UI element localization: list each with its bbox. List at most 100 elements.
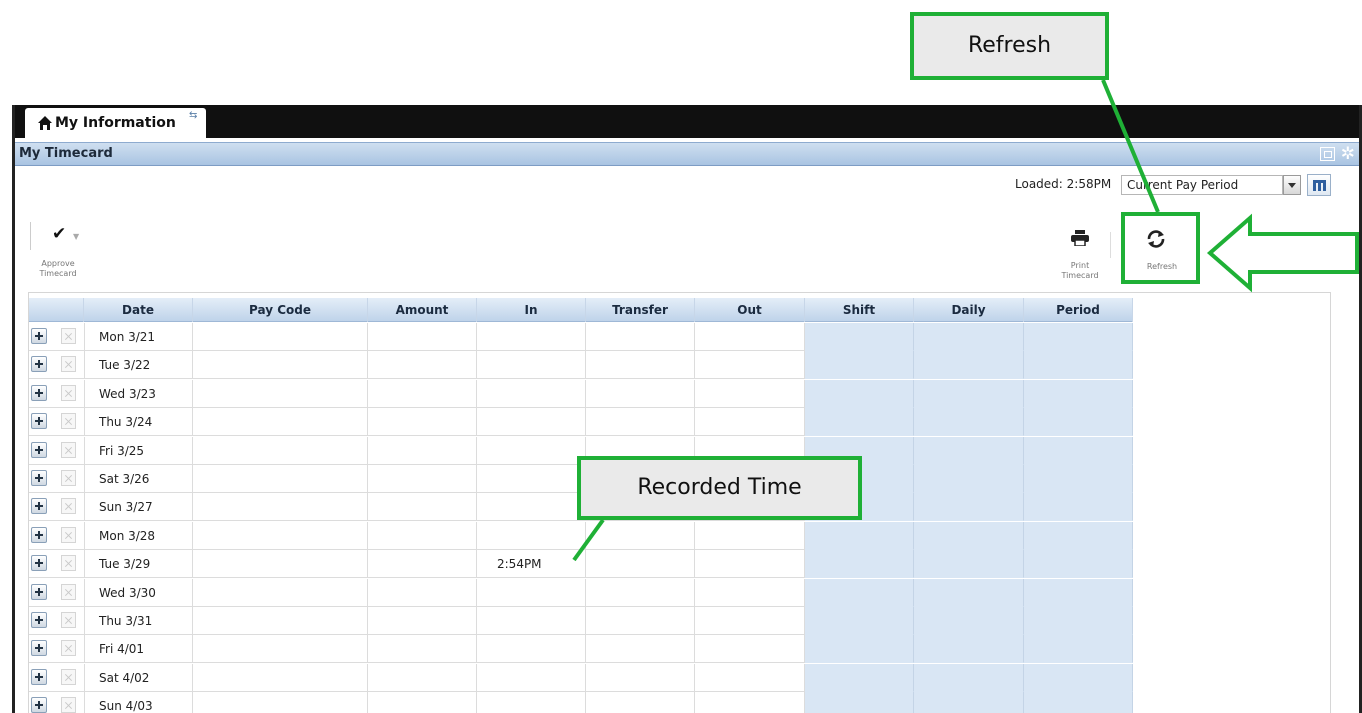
in-punch-cell[interactable] xyxy=(477,493,586,522)
column-header-date[interactable]: Date xyxy=(84,298,193,322)
grid-cell[interactable] xyxy=(695,408,805,437)
grid-cell[interactable] xyxy=(586,408,695,437)
in-punch-cell[interactable] xyxy=(477,351,586,380)
chevron-down-icon[interactable] xyxy=(1283,175,1301,195)
in-punch-cell[interactable] xyxy=(477,408,586,437)
delete-icon[interactable] xyxy=(61,356,76,373)
grid-cell[interactable] xyxy=(193,408,368,437)
grid-cell[interactable] xyxy=(586,635,695,664)
plus-icon[interactable] xyxy=(31,526,47,543)
column-header-shift[interactable]: Shift xyxy=(805,298,914,322)
grid-cell[interactable] xyxy=(586,578,695,607)
grid-cell[interactable] xyxy=(695,521,805,550)
grid-cell[interactable] xyxy=(193,379,368,408)
sync-icon[interactable]: ⇆ xyxy=(189,110,197,121)
plus-icon[interactable] xyxy=(31,697,47,713)
grid-cell[interactable] xyxy=(193,323,368,351)
grid-cell[interactable] xyxy=(368,379,477,408)
in-punch-cell[interactable] xyxy=(477,436,586,465)
grid-cell[interactable] xyxy=(193,635,368,664)
grid-cell[interactable] xyxy=(586,521,695,550)
delete-icon[interactable] xyxy=(61,612,76,628)
column-header-out[interactable]: Out xyxy=(695,298,805,322)
grid-cell[interactable] xyxy=(586,663,695,692)
grid-cell[interactable] xyxy=(368,550,477,579)
table-row[interactable]: Mon 3/28 xyxy=(29,521,1133,550)
table-row[interactable]: Wed 3/23 xyxy=(29,379,1133,408)
grid-cell[interactable] xyxy=(368,607,477,635)
grid-cell[interactable] xyxy=(368,663,477,692)
grid-cell[interactable] xyxy=(368,323,477,351)
plus-icon[interactable] xyxy=(31,470,47,486)
delete-icon[interactable] xyxy=(61,384,76,401)
column-header-transfer[interactable]: Transfer xyxy=(586,298,695,322)
delete-icon[interactable] xyxy=(61,583,76,600)
delete-icon[interactable] xyxy=(61,328,76,344)
grid-cell[interactable] xyxy=(368,493,477,522)
table-row[interactable]: Thu 3/31 xyxy=(29,607,1133,635)
grid-cell[interactable] xyxy=(368,408,477,437)
in-punch-cell[interactable] xyxy=(477,663,586,692)
grid-cell[interactable] xyxy=(193,351,368,380)
plus-icon[interactable] xyxy=(31,356,47,373)
plus-icon[interactable] xyxy=(31,555,47,572)
grid-cell[interactable] xyxy=(586,323,695,351)
grid-cell[interactable] xyxy=(193,692,368,713)
grid-cell[interactable] xyxy=(586,351,695,380)
table-row[interactable]: Wed 3/30 xyxy=(29,578,1133,607)
grid-cell[interactable] xyxy=(695,692,805,713)
maximize-icon[interactable] xyxy=(1320,147,1335,161)
table-row[interactable]: Fri 4/01 xyxy=(29,635,1133,664)
grid-cell[interactable] xyxy=(695,323,805,351)
plus-icon[interactable] xyxy=(31,668,47,685)
plus-icon[interactable] xyxy=(31,413,47,430)
tab-my-information[interactable]: My Information ⇆ xyxy=(25,108,206,138)
calendar-button[interactable] xyxy=(1307,174,1331,196)
print-timecard-button[interactable]: Print Timecard xyxy=(1052,261,1108,281)
grid-cell[interactable] xyxy=(368,692,477,713)
delete-icon[interactable] xyxy=(61,640,76,657)
grid-cell[interactable] xyxy=(368,578,477,607)
grid-cell[interactable] xyxy=(586,607,695,635)
column-header-pay-code[interactable]: Pay Code xyxy=(193,298,368,322)
grid-cell[interactable] xyxy=(695,607,805,635)
column-header-period[interactable]: Period xyxy=(1024,298,1133,322)
plus-icon[interactable] xyxy=(31,441,47,458)
in-punch-cell[interactable] xyxy=(477,607,586,635)
grid-cell[interactable] xyxy=(193,663,368,692)
grid-cell[interactable] xyxy=(695,550,805,579)
in-punch-cell[interactable]: 2:54PM xyxy=(477,550,586,579)
grid-cell[interactable] xyxy=(368,465,477,493)
in-punch-cell[interactable] xyxy=(477,578,586,607)
table-row[interactable]: Tue 3/29 2:54PM xyxy=(29,550,1133,579)
pay-period-select[interactable]: Current Pay Period xyxy=(1121,175,1283,195)
plus-icon[interactable] xyxy=(31,328,47,344)
delete-icon[interactable] xyxy=(61,526,76,543)
printer-icon[interactable] xyxy=(1071,230,1089,246)
grid-cell[interactable] xyxy=(193,607,368,635)
grid-cell[interactable] xyxy=(193,465,368,493)
in-punch-cell[interactable] xyxy=(477,692,586,713)
in-punch-cell[interactable] xyxy=(477,323,586,351)
grid-cell[interactable] xyxy=(695,663,805,692)
grid-cell[interactable] xyxy=(193,578,368,607)
delete-icon[interactable] xyxy=(61,697,76,713)
column-header-in[interactable]: In xyxy=(477,298,586,322)
table-row[interactable]: Sun 4/03 xyxy=(29,692,1133,713)
delete-icon[interactable] xyxy=(61,498,76,515)
grid-cell[interactable] xyxy=(586,692,695,713)
delete-icon[interactable] xyxy=(61,555,76,572)
plus-icon[interactable] xyxy=(31,498,47,515)
in-punch-cell[interactable] xyxy=(477,379,586,408)
grid-cell[interactable] xyxy=(193,493,368,522)
in-punch-cell[interactable] xyxy=(477,635,586,664)
approve-timecard-button[interactable]: Approve Timecard xyxy=(30,259,86,279)
grid-cell[interactable] xyxy=(695,635,805,664)
grid-cell[interactable] xyxy=(368,521,477,550)
grid-cell[interactable] xyxy=(695,379,805,408)
grid-cell[interactable] xyxy=(586,550,695,579)
delete-icon[interactable] xyxy=(61,668,76,685)
grid-cell[interactable] xyxy=(695,578,805,607)
grid-cell[interactable] xyxy=(193,436,368,465)
delete-icon[interactable] xyxy=(61,470,76,486)
